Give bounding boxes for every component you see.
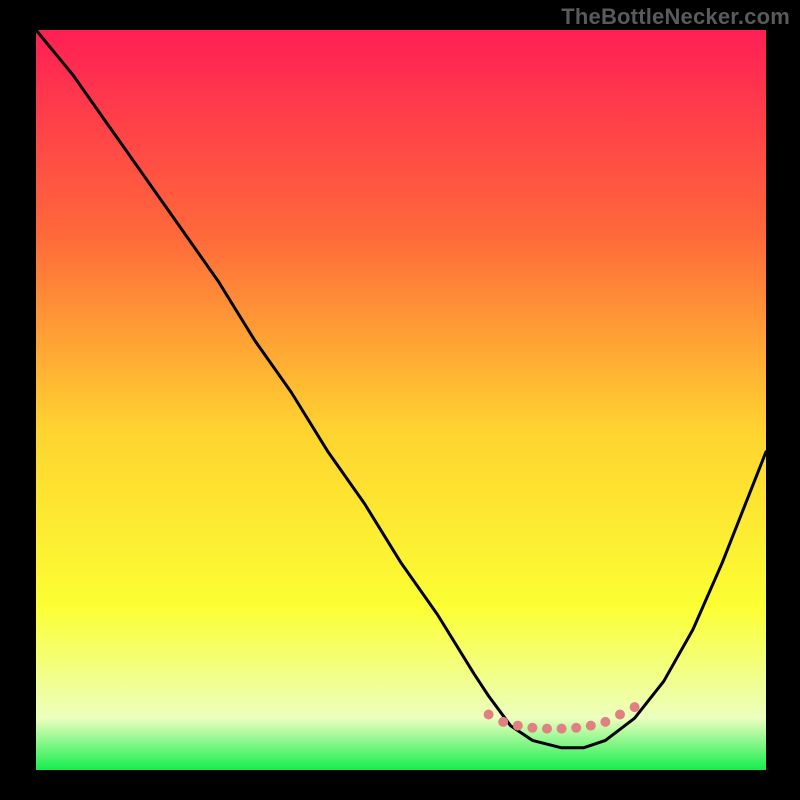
optimal-marker-dot bbox=[484, 710, 494, 720]
chart-container: TheBottleNecker.com bbox=[0, 0, 800, 800]
optimal-marker-dot bbox=[527, 723, 537, 733]
optimal-marker-dot bbox=[600, 717, 610, 727]
optimal-marker-dot bbox=[498, 717, 508, 727]
optimal-marker-dot bbox=[615, 710, 625, 720]
optimal-marker-dot bbox=[557, 724, 567, 734]
optimal-marker-dot bbox=[571, 723, 581, 733]
optimal-marker-dot bbox=[630, 702, 640, 712]
optimal-marker-dot bbox=[542, 724, 552, 734]
chart-svg bbox=[0, 0, 800, 800]
optimal-marker-dot bbox=[513, 721, 523, 731]
optimal-marker-dot bbox=[586, 721, 596, 731]
watermark-text: TheBottleNecker.com bbox=[561, 4, 790, 30]
plot-background bbox=[36, 30, 766, 770]
